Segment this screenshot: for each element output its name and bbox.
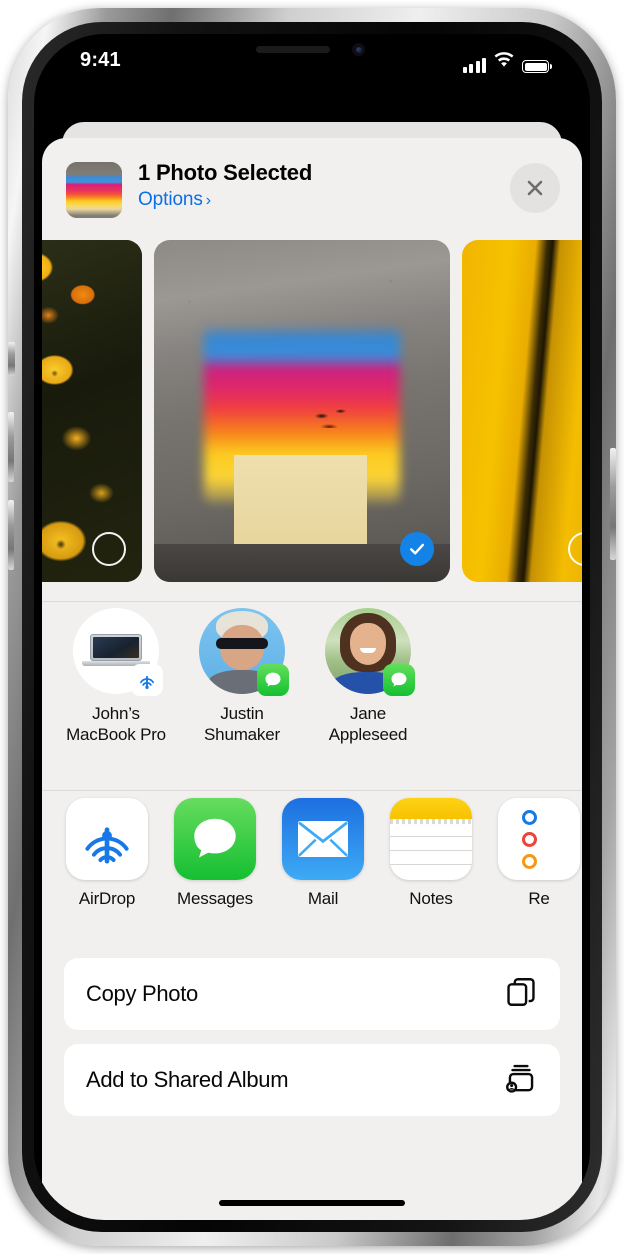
phone-frame: 9:41 1 Photo Selected Options › John’s M… [8,8,616,1246]
app-airdrop[interactable]: AirDrop [64,798,150,950]
contact-name: Jane Appleseed [328,704,408,744]
photo-flowers[interactable] [42,240,142,582]
share-sheet-header: 1 Photo Selected Options › [42,138,582,236]
avatar [325,608,415,696]
apps-row[interactable]: AirDrop Messages Mail Notes Re [42,798,582,950]
shared-album-icon [504,1061,538,1100]
reminders-icon [498,798,580,880]
action-label: Copy Photo [86,981,198,1006]
status-indicators [462,52,552,73]
page-title: 1 Photo Selected [138,160,313,185]
status-time: 9:41 [80,49,121,71]
wifi-icon [493,52,515,73]
messages-badge-icon [383,664,415,696]
selected-photo-thumbnail[interactable] [66,162,122,218]
action-label: Add to Shared Album [86,1067,289,1092]
home-indicator[interactable] [219,1200,405,1206]
airdrop-icon [66,798,148,880]
avatar [73,608,163,696]
mute-switch[interactable] [8,342,15,376]
app-notes[interactable]: Notes [388,798,474,950]
divider [42,601,582,602]
notch [206,34,418,64]
divider [42,790,582,791]
photo-selection-toggle-selected[interactable] [400,532,434,566]
mail-icon [282,798,364,880]
close-button[interactable] [510,163,560,213]
contact-johns-macbook-pro[interactable]: John’s MacBook Pro [64,608,168,784]
contact-name: John’s MacBook Pro [66,704,166,744]
action-add-to-shared-album[interactable]: Add to Shared Album [64,1044,560,1116]
app-reminders[interactable]: Re [496,798,582,950]
photo-yellow[interactable] [462,240,582,582]
front-camera-icon [352,43,365,56]
messages-badge-icon [257,664,289,696]
share-sheet: 1 Photo Selected Options › John’s MacBoo… [42,138,582,1220]
phone-screen: 9:41 1 Photo Selected Options › John’s M… [34,34,590,1220]
photo-carousel[interactable] [42,240,582,582]
power-button[interactable] [610,448,616,560]
contact-name: Justin Shumaker [204,704,280,744]
actions-list: Copy Photo Add to Shared Album [42,958,582,1130]
photo-graffiti[interactable] [154,240,450,582]
action-copy-photo[interactable]: Copy Photo [64,958,560,1030]
options-link-label: Options [138,189,203,210]
app-label: Notes [409,889,453,908]
options-link[interactable]: Options › [138,189,211,211]
app-label: AirDrop [78,889,136,908]
chevron-right-icon: › [205,192,212,209]
app-label: Messages [177,889,253,908]
photo-selection-toggle[interactable] [92,532,126,566]
close-icon [527,180,543,196]
battery-full-icon [522,60,549,73]
earpiece-speaker-icon [256,46,330,53]
volume-down-button[interactable] [8,500,14,570]
copy-icon [504,975,538,1014]
checkmark-icon [410,543,424,555]
airdrop-badge-icon [131,664,163,696]
volume-up-button[interactable] [8,412,14,482]
app-label: Mail [307,889,339,908]
contact-jane-appleseed[interactable]: Jane Appleseed [316,608,420,784]
app-label: Re [528,889,550,908]
contact-justin-shumaker[interactable]: Justin Shumaker [190,608,294,784]
messages-icon [174,798,256,880]
app-messages[interactable]: Messages [172,798,258,950]
notes-icon [390,798,472,880]
avatar [199,608,289,696]
app-mail[interactable]: Mail [280,798,366,950]
contacts-row[interactable]: John’s MacBook Pro Justin Shumaker Jane … [42,608,582,784]
signal-bars-icon [462,58,486,73]
